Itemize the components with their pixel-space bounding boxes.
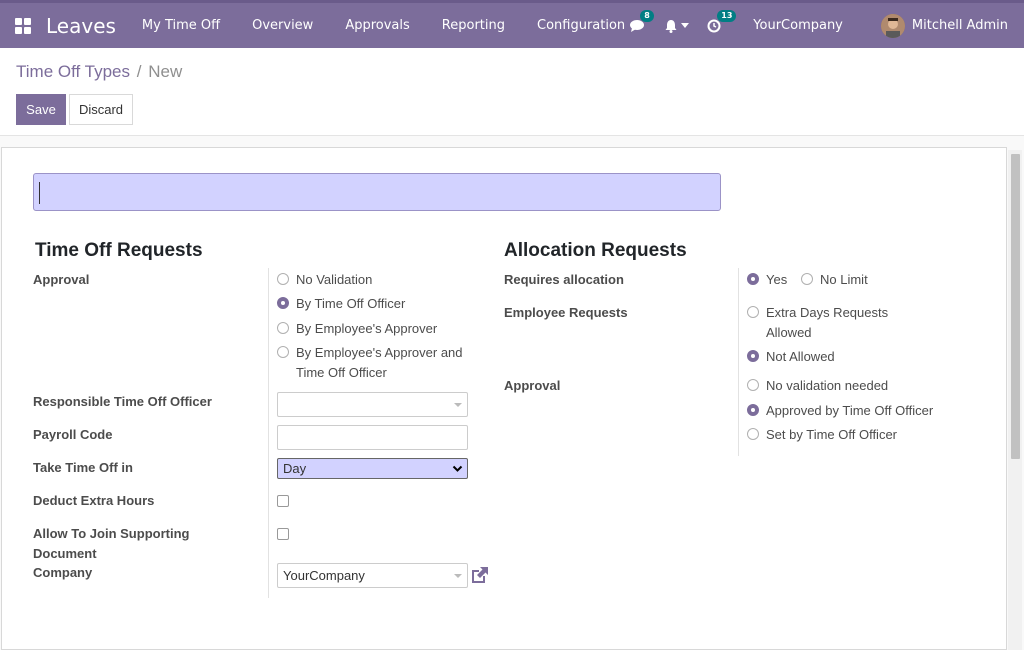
radio-no-validation-needed[interactable]: No validation needed bbox=[747, 376, 888, 396]
radio-circle bbox=[747, 379, 759, 391]
activities-badge: 13 bbox=[717, 9, 737, 22]
user-menu[interactable]: Mitchell Admin bbox=[912, 18, 1008, 33]
radio-requires-no-limit[interactable]: No Limit bbox=[801, 270, 868, 290]
radio-circle-selected bbox=[747, 273, 759, 285]
app-title[interactable]: Leaves bbox=[46, 14, 116, 38]
column-divider bbox=[268, 268, 269, 598]
time-off-requests-heading: Time Off Requests bbox=[35, 240, 203, 261]
user-avatar[interactable] bbox=[880, 13, 905, 38]
breadcrumb: Time Off Types / New bbox=[16, 62, 182, 82]
bell-icon bbox=[665, 19, 677, 33]
dropdown-caret-icon bbox=[454, 574, 462, 578]
scrollbar-thumb[interactable] bbox=[1011, 154, 1020, 459]
radio-no-validation[interactable]: No Validation bbox=[277, 270, 472, 290]
vertical-scrollbar[interactable] bbox=[1008, 150, 1022, 650]
radio-label: Extra Days Requests Allowed bbox=[766, 305, 889, 340]
company-label: Company bbox=[33, 565, 93, 580]
time-off-type-name-input[interactable] bbox=[33, 173, 721, 211]
breadcrumb-separator: / bbox=[136, 62, 142, 81]
menu-configuration[interactable]: Configuration bbox=[537, 18, 625, 33]
breadcrumb-parent-link[interactable]: Time Off Types bbox=[16, 62, 130, 81]
radio-label: No validation needed bbox=[766, 378, 889, 393]
approval-label: Approval bbox=[33, 272, 90, 287]
radio-circle bbox=[277, 346, 289, 358]
radio-label: Approved by Time Off Officer bbox=[766, 403, 934, 418]
notifications-button[interactable] bbox=[664, 19, 690, 33]
radio-label: Not Allowed bbox=[766, 349, 835, 364]
radio-circle bbox=[277, 273, 289, 285]
radio-label: Set by Time Off Officer bbox=[766, 427, 898, 442]
field-value: YourCompany bbox=[283, 568, 365, 583]
radio-label: No Validation bbox=[296, 272, 373, 287]
select-value: Day bbox=[283, 461, 307, 476]
discard-button[interactable]: Discard bbox=[69, 94, 133, 125]
radio-label: By Employee's Approver and Time Off Offi… bbox=[296, 345, 463, 380]
radio-circle bbox=[801, 273, 813, 285]
chevron-down-icon bbox=[452, 465, 463, 472]
breadcrumb-current: New bbox=[148, 62, 183, 81]
payroll-code-label: Payroll Code bbox=[33, 427, 113, 442]
responsible-officer-label: Responsible Time Off Officer bbox=[33, 394, 212, 409]
radio-approved-by-officer[interactable]: Approved by Time Off Officer bbox=[747, 401, 933, 421]
external-link-icon bbox=[472, 567, 488, 583]
allocation-requests-heading: Allocation Requests bbox=[504, 240, 687, 261]
supporting-document-label: Allow To Join Supporting Document bbox=[33, 526, 190, 561]
deduct-extra-hours-checkbox[interactable] bbox=[277, 495, 289, 507]
save-button[interactable]: Save bbox=[16, 94, 66, 125]
radio-set-by-officer[interactable]: Set by Time Off Officer bbox=[747, 425, 897, 445]
take-time-off-in-label: Take Time Off in bbox=[33, 460, 133, 475]
menu-overview[interactable]: Overview bbox=[252, 18, 313, 33]
company-switcher[interactable]: YourCompany bbox=[753, 18, 843, 33]
radio-extra-days-allowed[interactable]: Extra Days Requests Allowed bbox=[747, 303, 917, 342]
radio-by-time-off-officer[interactable]: By Time Off Officer bbox=[277, 294, 472, 314]
payroll-code-input[interactable] bbox=[277, 425, 468, 450]
menu-reporting[interactable]: Reporting bbox=[442, 18, 505, 33]
messages-button[interactable]: 8 bbox=[630, 9, 654, 33]
top-navbar: Leaves My Time Off Overview Approvals Re… bbox=[0, 0, 1024, 48]
text-cursor bbox=[39, 182, 40, 204]
activities-button[interactable]: 13 bbox=[707, 9, 737, 33]
supporting-document-checkbox[interactable] bbox=[277, 528, 289, 540]
radio-circle bbox=[747, 306, 759, 318]
radio-label: By Time Off Officer bbox=[296, 296, 406, 311]
radio-not-allowed[interactable]: Not Allowed bbox=[747, 347, 835, 367]
responsible-officer-field[interactable] bbox=[277, 392, 468, 417]
company-field[interactable]: YourCompany bbox=[277, 563, 468, 588]
take-time-off-in-select[interactable]: Day bbox=[277, 458, 468, 479]
radio-circle-selected bbox=[277, 297, 289, 309]
radio-label: No Limit bbox=[820, 272, 868, 287]
radio-circle bbox=[747, 428, 759, 440]
requires-allocation-label: Requires allocation bbox=[504, 272, 624, 287]
radio-circle-selected bbox=[747, 404, 759, 416]
radio-circle-selected bbox=[747, 350, 759, 362]
radio-label: Yes bbox=[766, 272, 788, 287]
apps-grid-icon[interactable] bbox=[0, 3, 46, 49]
allocation-approval-label: Approval bbox=[504, 378, 561, 393]
menu-approvals[interactable]: Approvals bbox=[345, 18, 409, 33]
column-divider bbox=[738, 268, 739, 456]
menu-my-time-off[interactable]: My Time Off bbox=[142, 18, 220, 33]
radio-requires-yes[interactable]: Yes bbox=[747, 270, 787, 290]
employee-requests-label: Employee Requests bbox=[504, 305, 628, 320]
chevron-down-icon bbox=[681, 22, 690, 28]
deduct-extra-hours-label: Deduct Extra Hours bbox=[33, 493, 155, 508]
radio-by-employee-approver-and-officer[interactable]: By Employee's Approver and Time Off Offi… bbox=[277, 343, 472, 382]
messages-badge: 8 bbox=[640, 9, 654, 22]
dropdown-caret-icon bbox=[454, 403, 462, 407]
external-link-button[interactable] bbox=[469, 566, 489, 588]
radio-label: By Employee's Approver bbox=[296, 321, 438, 336]
radio-by-employee-approver[interactable]: By Employee's Approver bbox=[277, 319, 472, 339]
navbar-systray: 8 13 YourCompany Mitchell Admin bbox=[630, 3, 1024, 48]
radio-circle bbox=[277, 322, 289, 334]
